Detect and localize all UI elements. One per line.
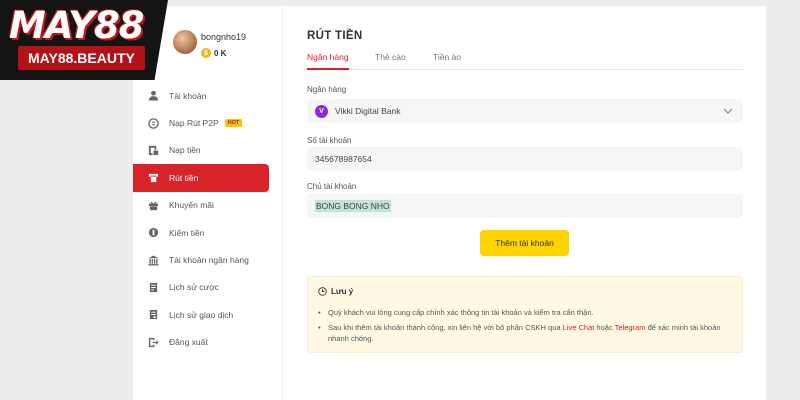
sidebar-item-bet-history[interactable]: Lịch sử cược (133, 274, 283, 301)
logout-icon (147, 336, 159, 348)
brand-domain: MAY88.BEAUTY (18, 46, 145, 70)
sidebar-item-logout[interactable]: Đăng xuất (133, 329, 283, 356)
telegram-link[interactable]: Telegram (615, 323, 646, 332)
notice-item: Quý khách vui lòng cung cấp chính xác th… (318, 307, 738, 318)
sidebar-item-label: Đăng xuất (169, 337, 208, 348)
hot-badge: HOT (224, 119, 243, 128)
tab-crypto[interactable]: Tiền ảo (433, 52, 461, 70)
notice-title: Lưu ý (318, 287, 353, 296)
sidebar-item-label: Lịch sử cược (169, 282, 220, 293)
sidebar-menu: Tài khoản Nạp Rút P2P HOT Nạp tiền Rút t… (133, 82, 283, 356)
tab-bank[interactable]: Ngân hàng (307, 52, 349, 70)
balance-value: 0 K (214, 48, 227, 58)
add-account-button[interactable]: Thêm tài khoản (480, 230, 569, 256)
user-icon (147, 90, 159, 102)
sidebar-item-label: Rút tiền (169, 172, 199, 183)
tab-bar: Ngân hàng Thẻ cào Tiền ảo (307, 52, 743, 70)
sidebar-item-label: Lịch sử giao dịch (169, 309, 234, 320)
bet-history-icon (147, 281, 159, 293)
gift-icon (147, 199, 159, 211)
sidebar-item-label: Tài khoản (169, 90, 207, 101)
sidebar-item-p2p[interactable]: Nạp Rút P2P HOT (133, 109, 283, 136)
sidebar-item-label: Khuyến mãi (169, 200, 214, 211)
chevron-down-icon (723, 108, 733, 114)
account-holder-field[interactable]: BONG BONG NHO (307, 194, 743, 218)
account-holder-value: BONG BONG NHO (315, 200, 391, 212)
earn-icon (147, 227, 159, 239)
p2p-icon (147, 117, 159, 129)
bank-icon (147, 254, 159, 266)
withdraw-icon (147, 172, 159, 184)
transaction-history-icon (147, 309, 159, 321)
account-number-field[interactable]: 345678987654 (307, 147, 743, 171)
deposit-icon (147, 144, 159, 156)
sidebar-item-label: Nạp Rút P2P (169, 118, 219, 129)
notice-list: Quý khách vui lòng cung cấp chính xác th… (318, 307, 738, 348)
sidebar-item-transaction-history[interactable]: Lịch sử giao dịch (133, 301, 283, 328)
notice-item: Sau khi thêm tài khoản thành công, xin l… (318, 322, 738, 344)
account-holder-label: Chủ tài khoản (307, 182, 357, 191)
coin-icon: $ (201, 48, 211, 58)
balance: $ 0 K (201, 48, 226, 58)
avatar[interactable] (173, 30, 197, 54)
withdraw-content: RÚT TIỀN Ngân hàng Thẻ cào Tiền ảo Ngân … (283, 6, 766, 400)
account-panel: bongnho19 $ 0 K Tài khoản Nạp Rút P2P HO… (133, 6, 766, 400)
tab-scratch-card[interactable]: Thẻ cào (375, 52, 406, 70)
sidebar-item-earn[interactable]: Kiếm tiền (133, 219, 283, 246)
brand-name: MAY88 (9, 4, 144, 47)
account-number-value: 345678987654 (315, 154, 372, 164)
sidebar-item-label: Kiếm tiền (169, 227, 205, 238)
sidebar-item-promotions[interactable]: Khuyến mãi (133, 192, 283, 219)
account-number-label: Số tài khoản (307, 136, 352, 145)
sidebar-item-bank-accounts[interactable]: Tài khoản ngân hàng (133, 246, 283, 273)
sidebar-item-label: Tài khoản ngân hàng (169, 255, 249, 266)
bank-label: Ngân hàng (307, 85, 347, 94)
bank-select[interactable]: V Vikki Digital Bank (307, 99, 743, 123)
sidebar-item-deposit[interactable]: Nạp tiền (133, 137, 283, 164)
sidebar-item-withdraw[interactable]: Rút tiền (133, 164, 269, 192)
username: bongnho19 (201, 32, 247, 42)
brand-logo[interactable]: MAY88 MAY88.BEAUTY (0, 0, 168, 80)
sidebar-item-label: Nạp tiền (169, 145, 201, 156)
sidebar-item-account[interactable]: Tài khoản (133, 82, 283, 109)
page-title: RÚT TIỀN (307, 30, 363, 42)
notice-box: Lưu ý Quý khách vui lòng cung cấp chính … (307, 276, 743, 353)
clock-icon (318, 287, 327, 296)
live-chat-link[interactable]: Live Chat (563, 323, 595, 332)
bank-logo-icon: V (315, 104, 328, 118)
bank-select-value: Vikki Digital Bank (335, 106, 401, 116)
